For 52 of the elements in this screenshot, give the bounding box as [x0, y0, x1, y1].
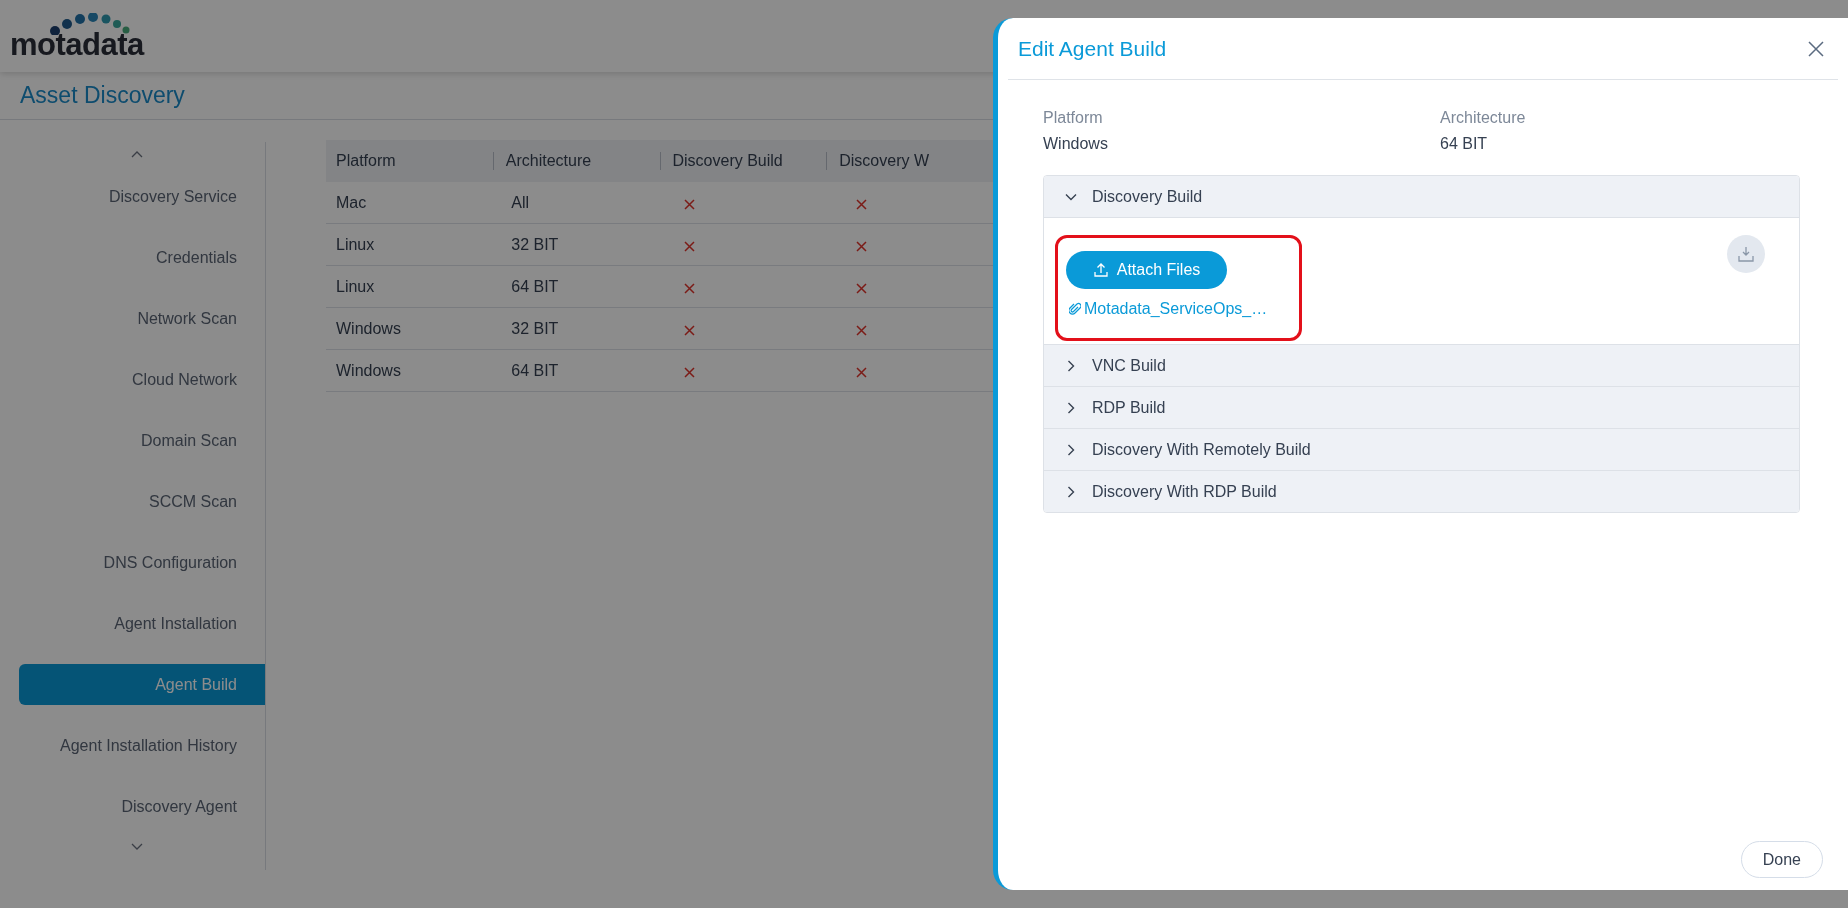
- table-cell: 32 BIT: [511, 319, 559, 337]
- sidebar-item[interactable]: Discovery Service: [19, 176, 265, 217]
- file-link[interactable]: Motadata_ServiceOps_…: [1084, 297, 1268, 321]
- accordion-header[interactable]: Discovery Build: [1044, 176, 1799, 217]
- sidebar-item[interactable]: Credentials: [19, 237, 265, 278]
- section-title: RDP Build: [1092, 397, 1166, 418]
- table-cell: Mac: [336, 193, 367, 211]
- sidebar-item[interactable]: Agent Installation: [19, 603, 265, 644]
- attach-files-button[interactable]: Attach Files: [1066, 251, 1227, 289]
- chevron-down-icon[interactable]: [131, 843, 143, 851]
- logo-wordmark: motadata: [10, 28, 144, 60]
- close-icon[interactable]: [1808, 40, 1824, 57]
- paperclip-icon: [1069, 302, 1081, 316]
- section-title: Discovery With Remotely Build: [1092, 439, 1311, 460]
- table-cell: Windows: [336, 319, 401, 337]
- dialog-title: Edit Agent Build: [1018, 35, 1167, 62]
- field-label: Platform: [1043, 108, 1103, 128]
- field-label: Architecture: [1440, 108, 1526, 128]
- column-header: Discovery W: [839, 151, 930, 171]
- chevron-up-icon[interactable]: [131, 150, 143, 158]
- table-cell: 64 BIT: [511, 361, 559, 379]
- accordion-header[interactable]: RDP Build: [1044, 387, 1799, 428]
- sidebar-item[interactable]: Network Scan: [19, 298, 265, 339]
- section-title: Discovery With RDP Build: [1092, 481, 1277, 502]
- download-button[interactable]: [1727, 235, 1765, 273]
- table-cell: All: [511, 193, 530, 211]
- sidebar-item[interactable]: Agent Build: [19, 664, 265, 705]
- accordion-header[interactable]: Discovery With Remotely Build: [1044, 429, 1799, 470]
- column-header: Architecture: [505, 151, 592, 171]
- column-header: Platform: [335, 151, 396, 171]
- sidebar-item[interactable]: Domain Scan: [19, 420, 265, 461]
- table-cell: Linux: [336, 277, 375, 295]
- sidebar-item[interactable]: DNS Configuration: [19, 542, 265, 583]
- done-button[interactable]: Done: [1740, 841, 1823, 878]
- table-cell: Linux: [336, 235, 375, 253]
- download-icon: [1737, 245, 1755, 263]
- field-value: 64 BIT: [1440, 134, 1488, 154]
- sidebar-item[interactable]: Cloud Network: [19, 359, 265, 400]
- sidebar-item[interactable]: Discovery Agent: [19, 786, 265, 827]
- accordion-header[interactable]: VNC Build: [1044, 345, 1799, 386]
- page-title: Asset Discovery: [20, 81, 185, 111]
- sidebar-item[interactable]: Agent Installation History: [19, 725, 265, 766]
- field-value: Windows: [1043, 134, 1108, 154]
- sidebar-item[interactable]: SCCM Scan: [19, 481, 265, 522]
- table-cell: 32 BIT: [511, 235, 559, 253]
- accordion-header[interactable]: Discovery With RDP Build: [1044, 471, 1799, 512]
- table-cell: Windows: [336, 361, 401, 379]
- upload-icon: [1092, 262, 1109, 278]
- table-cell: 64 BIT: [511, 277, 559, 295]
- column-header: Discovery Build: [672, 151, 783, 171]
- section-title: Discovery Build: [1092, 186, 1203, 207]
- section-title: VNC Build: [1092, 355, 1166, 376]
